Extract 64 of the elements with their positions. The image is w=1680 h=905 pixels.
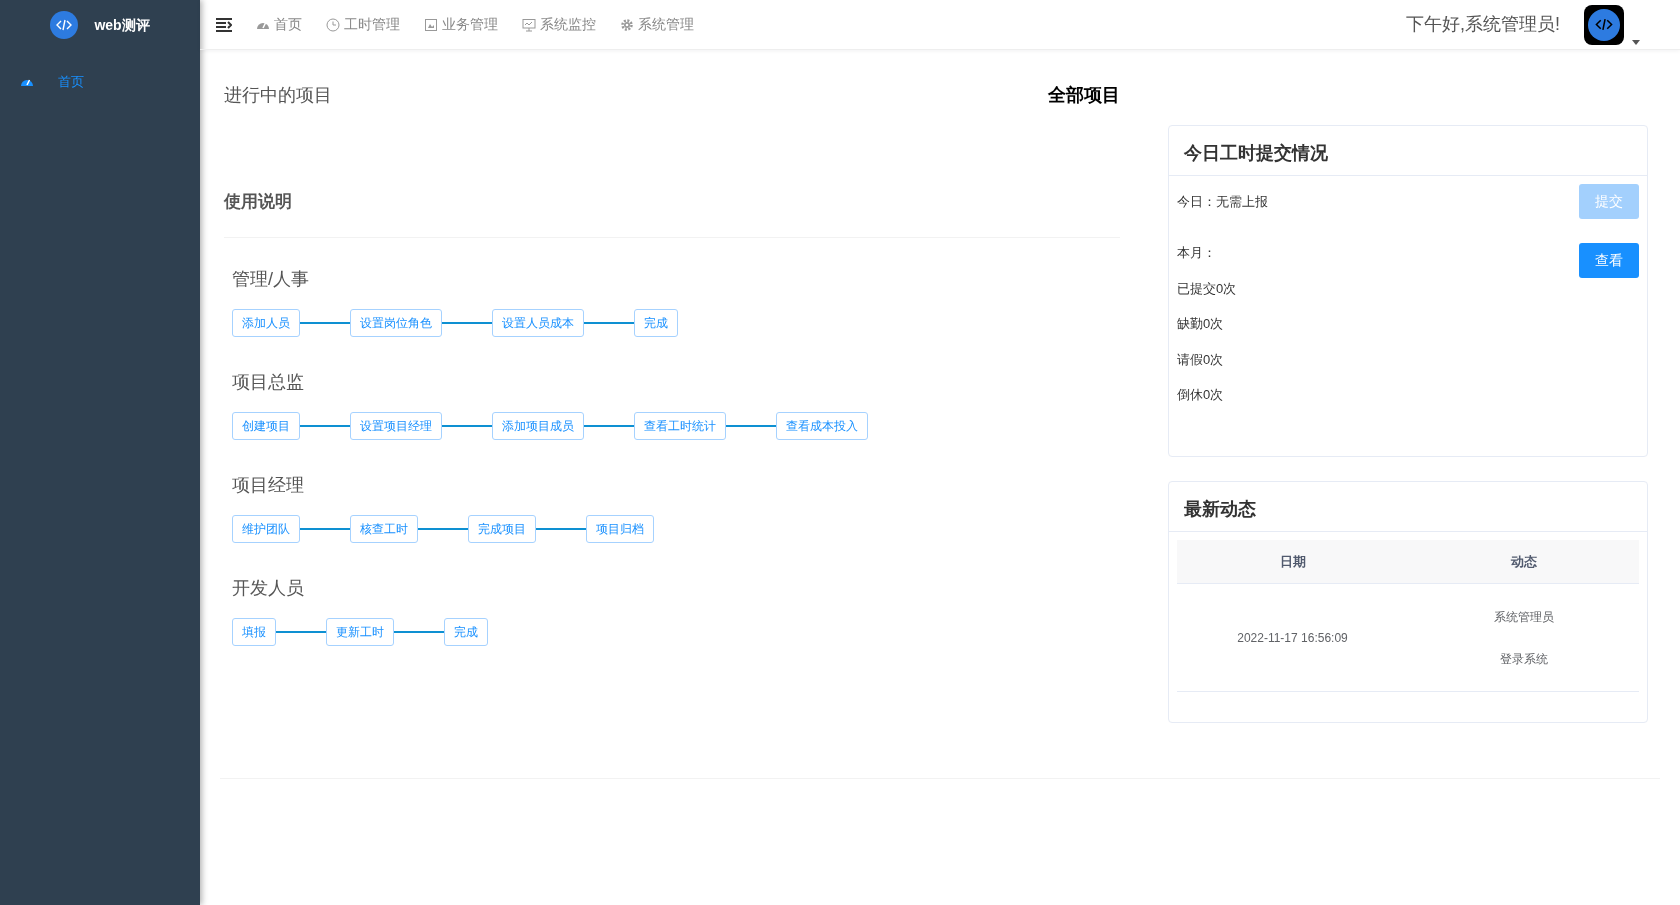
nav-link[interactable]: 工时管理 [326,14,400,35]
role-title: 项目经理 [232,473,305,497]
step-button[interactable]: 查看成本投入 [776,411,868,440]
stat-text: 倒休0次 [1177,386,1225,404]
column-header: 日期 [1279,553,1306,569]
settings-icon [620,17,634,32]
picture-frame-icon [424,17,438,32]
stat-text: 请假0次 [1177,350,1225,369]
all-projects-link[interactable]: 全部项目 [1048,82,1120,109]
avatar[interactable] [1584,4,1624,45]
stat-text: 缺勤0次 [1177,315,1225,333]
step-button[interactable]: 更新工时 [326,617,394,646]
connector-line [300,527,350,530]
clock-icon [326,17,340,32]
connector-line [442,424,492,427]
nav-link[interactable]: 系统管理 [620,14,694,35]
table-cell: 2022-11-17 16:56:09 [1237,630,1348,645]
step-button[interactable]: 设置人员成本 [492,308,584,337]
connector-line [584,321,634,324]
stat-text: 已提交0次 [1177,279,1237,298]
sidebar-item[interactable]: 首页 [0,58,200,106]
connector-line [536,527,586,530]
nav-link[interactable]: 首页 [256,14,302,35]
step-button[interactable]: 核查工时 [350,514,418,543]
step-button[interactable]: 设置岗位角色 [350,308,442,337]
role-title: 管理/人事 [232,267,310,291]
monitor-icon [522,17,536,32]
table-cell-text: 登录系统 [1499,650,1548,668]
step-button[interactable]: 维护团队 [232,514,300,543]
connector-line [300,424,350,427]
greeting: 下午好,系统管理员! [1406,13,1560,36]
connector-line [442,321,492,324]
table-cell-text: 系统管理员 [1493,608,1554,626]
step-button[interactable]: 添加人员 [232,308,300,337]
step-button[interactable]: 填报 [232,617,276,646]
step-button[interactable]: 完成项目 [468,514,536,543]
connector-line [276,630,326,633]
logo-icon [50,11,79,39]
app-name: web测评 [94,15,150,35]
month-label: 本月： [1177,244,1217,262]
step-button[interactable]: 设置项目经理 [350,411,442,440]
step-button[interactable]: 项目归档 [586,514,654,543]
today-status: 今日：无需上报 [1177,192,1268,211]
step-button[interactable]: 完成 [444,617,488,646]
role-title: 项目总监 [232,370,305,394]
role-title: 开发人员 [232,576,305,600]
step-button[interactable]: 添加项目成员 [492,411,584,440]
nav-link[interactable]: 系统监控 [522,14,596,35]
connector-line [300,321,350,324]
card-title: 最新动态 [1169,482,1647,532]
card-title: 今日工时提交情况 [1169,126,1647,176]
step-button[interactable]: 创建项目 [232,411,300,440]
column-header: 动态 [1510,553,1537,569]
section-title: 使用说明 [224,191,293,213]
connector-line [394,630,444,633]
nav-link[interactable]: 业务管理 [424,14,498,35]
view-button[interactable]: 查看 [1579,243,1639,278]
caret-icon[interactable] [1632,39,1640,45]
connector-line [584,424,634,427]
step-button[interactable]: 查看工时统计 [634,411,726,440]
step-button[interactable]: 完成 [634,308,678,337]
section-title: 进行中的项目 [224,84,332,107]
connector-line [726,424,776,427]
connector-line [418,527,468,530]
